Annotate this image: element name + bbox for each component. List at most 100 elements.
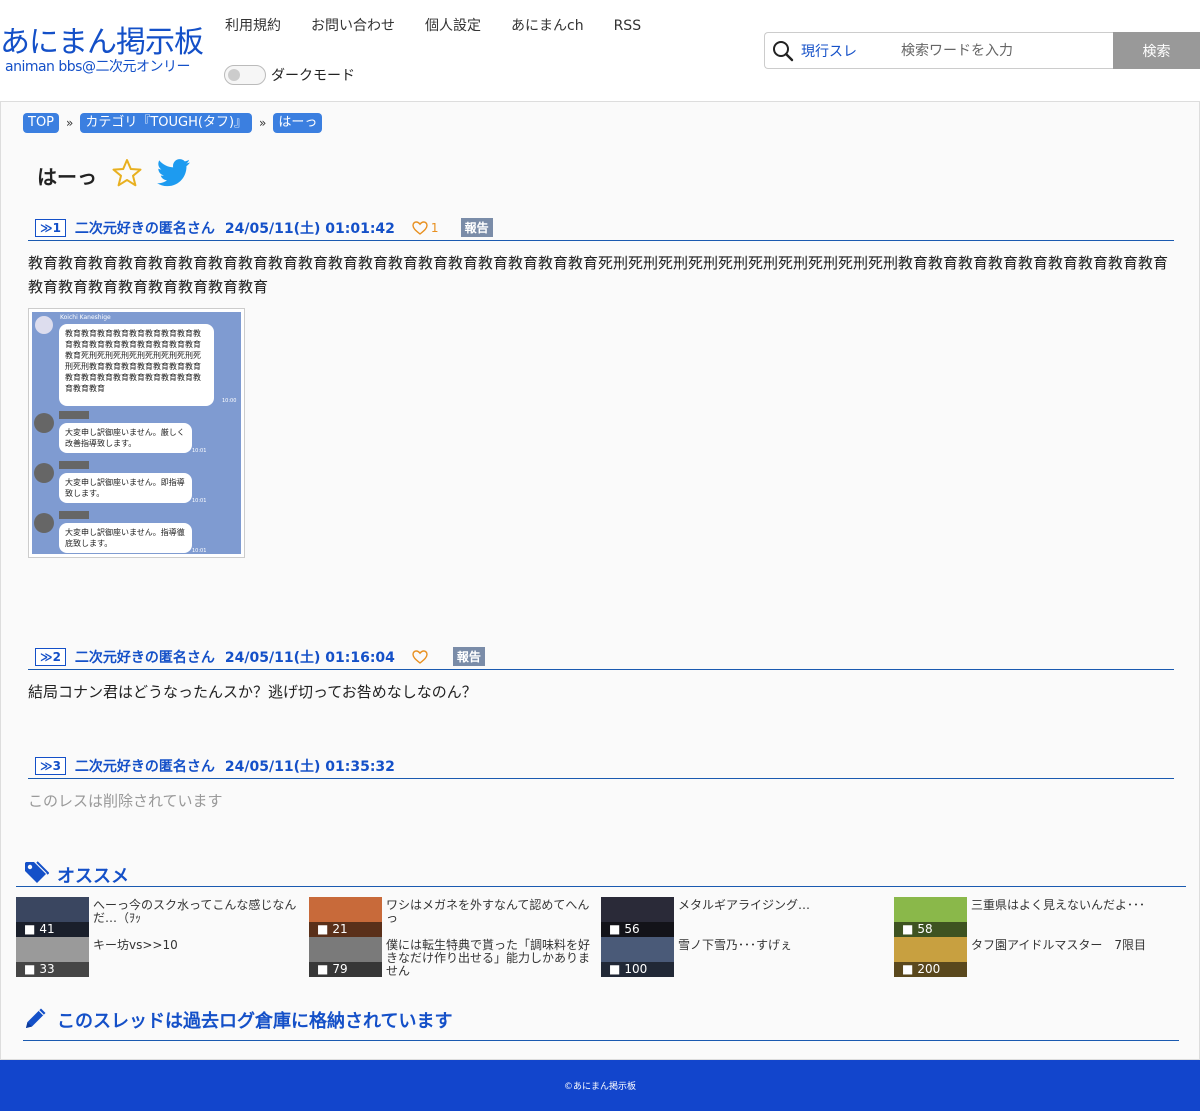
comment-icon: ■	[609, 922, 621, 936]
chat-bubble: 大変申し訳御座いません。即指導致します。	[59, 473, 192, 503]
star-icon[interactable]	[111, 157, 143, 193]
post-author: 二次元好きの匿名さん	[74, 649, 215, 666]
breadcrumb-category[interactable]: カテゴリ『TOUGH(タフ)』	[80, 113, 253, 133]
chat-bubble: 大変申し訳御座いません。指導徹底致します。	[59, 523, 192, 553]
comment-icon: ■	[902, 922, 914, 936]
comment-count: ■ 56	[601, 922, 674, 937]
nav-animanch[interactable]: あにまんch	[511, 16, 584, 36]
recommend-title-text: 三重県はよく見えないんだよ･･･	[971, 898, 1146, 912]
recommend-item[interactable]: ■ 41 へーっ今のスク水ってこんな感じなんだ…（ｦｯ	[16, 897, 306, 937]
archive-divider	[23, 1040, 1179, 1041]
breadcrumb-thread[interactable]: はーっ	[273, 113, 323, 133]
search-scope[interactable]: 現行スレ	[801, 41, 901, 61]
comment-count-value: 33	[39, 962, 55, 976]
comment-icon: ■	[902, 962, 914, 976]
recommend-title-text: タフ園アイドルマスター 7限目	[971, 938, 1147, 952]
thread-title: はーっ	[37, 164, 97, 189]
like-button[interactable]	[412, 649, 431, 664]
nav-settings[interactable]: 個人設定	[425, 16, 481, 36]
recommend-item[interactable]: ■ 56 メタルギアライジング…	[601, 897, 891, 937]
comment-icon: ■	[317, 962, 329, 976]
search-box: 現行スレ 検索	[764, 32, 1200, 69]
recommend-title-text: ワシはメガネを外すなんて認めてへんっ	[386, 898, 590, 925]
nav-terms[interactable]: 利用規約	[225, 16, 281, 36]
post-1: ≫1 二次元好きの匿名さん 24/05/11(土) 01:01:42 1 報告 …	[28, 215, 1174, 558]
comment-count-value: 100	[624, 962, 648, 976]
breadcrumb-separator: »	[66, 116, 74, 130]
avatar	[34, 513, 54, 533]
comment-icon: ■	[24, 922, 36, 936]
deleted-message: このレスは削除されています	[28, 792, 223, 810]
pencil-icon	[23, 1005, 49, 1035]
post-header: ≫2 二次元好きの匿名さん 24/05/11(土) 01:16:04 報告	[28, 644, 1174, 670]
avatar	[34, 463, 54, 483]
archive-header: このスレッドは過去ログ倉庫に格納されています	[23, 1005, 452, 1035]
report-button[interactable]: 報告	[460, 218, 493, 237]
search-input[interactable]	[901, 35, 1113, 66]
chat-time: 10:01	[192, 548, 207, 554]
darkmode-toggle[interactable]	[224, 65, 266, 85]
nav-contact[interactable]: お問い合わせ	[311, 16, 395, 36]
recommend-item[interactable]: ■ 33 キー坊vs>>10	[16, 937, 306, 977]
search-button[interactable]: 検索	[1113, 32, 1200, 69]
header-nav: 利用規約 お問い合わせ 個人設定 あにまんch RSS	[225, 16, 671, 36]
logo-main-text: あにまん掲示板	[0, 25, 204, 60]
twitter-icon[interactable]	[156, 159, 191, 191]
darkmode-control: ダークモード	[224, 65, 355, 85]
main-content: TOP » カテゴリ『TOUGH(タフ)』 » はーっ はーっ ≫1 二次元好き…	[0, 101, 1200, 1060]
report-button[interactable]: 報告	[452, 647, 485, 666]
heart-icon	[412, 649, 428, 664]
post-body: 結局コナン君はどうなったんスか？逃げ切ってお咎めなしなのん？	[28, 683, 477, 701]
breadcrumb-top[interactable]: TOP	[23, 113, 60, 133]
search-icon	[765, 33, 801, 69]
chat-bubble: 大変申し訳御座いません。厳しく改善指導致します。	[59, 423, 192, 453]
logo-sub-text: animan bbs@二次元オンリー	[5, 59, 190, 75]
like-button[interactable]: 1	[412, 221, 439, 235]
recommend-title-text: 僕には転生特典で貰った「調味料を好きなだけ作り出せる」能力しかありません	[386, 938, 591, 978]
recommend-item[interactable]: ■ 58 三重県はよく見えないんだよ･･･	[894, 897, 1184, 937]
post-author: 二次元好きの匿名さん	[74, 220, 215, 237]
post-body: 教育教育教育教育教育教育教育教育教育教育教育教育教育教育教育教育教育教育教育死刑…	[28, 254, 1169, 296]
heart-icon	[412, 220, 428, 235]
comment-count-value: 21	[332, 922, 348, 936]
nav-rss[interactable]: RSS	[614, 16, 642, 36]
res-number[interactable]: ≫2	[35, 647, 66, 666]
chat-bubble: 教育教育教育教育教育教育教育教育教育教育教育教育教育教育教育教育教育教育死刑死刑…	[59, 324, 214, 406]
darkmode-label: ダークモード	[271, 68, 355, 84]
recommend-item[interactable]: ■ 200 タフ園アイドルマスター 7限目	[894, 937, 1184, 977]
archive-title: このスレッドは過去ログ倉庫に格納されています	[57, 1011, 453, 1032]
chat-time: 10:00	[222, 398, 237, 404]
recommend-title-text: キー坊vs>>10	[93, 938, 178, 952]
site-logo[interactable]: あにまん掲示板 animan bbs@二次元オンリー	[0, 25, 205, 75]
recommend-title-text: へーっ今のスク水ってこんな感じなんだ…（ｦｯ	[93, 898, 297, 925]
comment-icon: ■	[317, 922, 329, 936]
comment-count-value: 200	[917, 962, 941, 976]
comment-count: ■ 41	[16, 922, 89, 937]
comment-count: ■ 33	[16, 962, 89, 977]
thread-title-row: はーっ	[37, 157, 191, 193]
chat-time: 10:01	[192, 448, 207, 454]
recommend-title-text: メタルギアライジング…	[678, 898, 811, 912]
post-2: ≫2 二次元好きの匿名さん 24/05/11(土) 01:16:04 報告 結局…	[28, 644, 1174, 704]
recommend-item[interactable]: ■ 21 ワシはメガネを外すなんて認めてへんっ	[309, 897, 599, 937]
site-header: あにまん掲示板 animan bbs@二次元オンリー 利用規約 お問い合わせ 個…	[0, 0, 1200, 101]
comment-count: ■ 200	[894, 962, 967, 977]
comment-count-value: 56	[624, 922, 640, 936]
footer-copyright: ©あにまん掲示板	[563, 1082, 636, 1092]
recommend-item[interactable]: ■ 79 僕には転生特典で貰った「調味料を好きなだけ作り出せる」能力しかありません	[309, 937, 599, 978]
recommend-title: オススメ	[57, 866, 129, 887]
comment-count-value: 58	[917, 922, 933, 936]
post-header: ≫3 二次元好きの匿名さん 24/05/11(土) 01:35:32	[28, 753, 1174, 779]
post-date: 24/05/11(土) 01:16:04	[224, 649, 395, 666]
name-bar	[59, 511, 89, 519]
res-number[interactable]: ≫1	[35, 218, 66, 237]
comment-count-value: 79	[332, 962, 348, 976]
res-number[interactable]: ≫3	[35, 756, 66, 775]
recommend-divider	[16, 886, 1186, 887]
name-bar	[59, 411, 89, 419]
post-image[interactable]: Koichi Kaneshige 教育教育教育教育教育教育教育教育教育教育教育教…	[28, 308, 245, 558]
comment-count: ■ 100	[601, 962, 674, 977]
recommend-item[interactable]: ■ 100 雪ノ下雪乃･･･すげぇ	[601, 937, 891, 977]
post-date: 24/05/11(土) 01:01:42	[224, 220, 395, 237]
comment-count: ■ 79	[309, 962, 382, 977]
